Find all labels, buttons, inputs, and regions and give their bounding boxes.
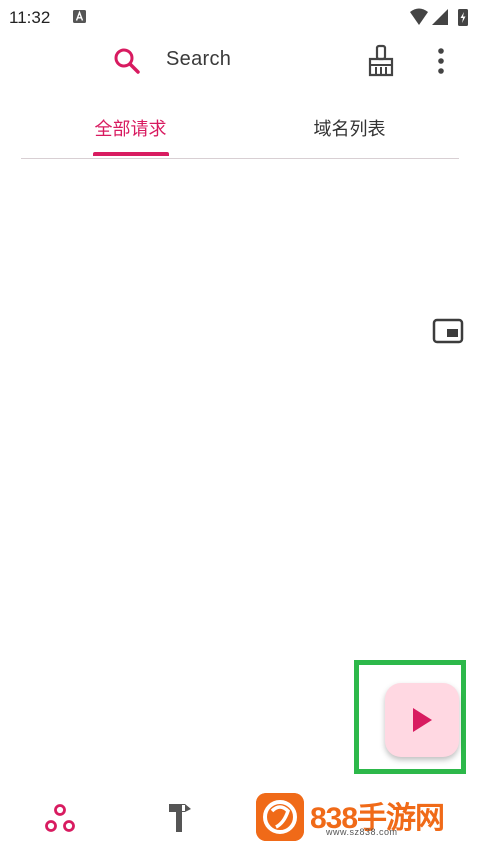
search-input[interactable]: Search [166, 48, 231, 71]
status-bar: 11:32 [0, 0, 480, 34]
notification-a-icon [73, 10, 86, 23]
tab-all-requests[interactable]: 全部请求 [21, 100, 240, 156]
tab-all-requests-label: 全部请求 [94, 119, 167, 139]
tab-indicator [93, 152, 169, 156]
tab-domain-list[interactable]: 域名列表 [240, 100, 459, 156]
system-status-icons [410, 8, 468, 26]
more-vert-icon[interactable] [429, 45, 453, 77]
hammer-icon[interactable] [165, 800, 195, 834]
watermark-logo [256, 793, 304, 841]
signal-icon [432, 9, 448, 25]
wifi-icon [410, 8, 428, 25]
circles-icon[interactable] [44, 802, 76, 834]
status-time: 11:32 [9, 8, 51, 27]
search-toolbar: Search [0, 34, 480, 90]
watermark: 838手游网 www.sz838.com [256, 793, 456, 841]
start-capture-button[interactable] [385, 683, 459, 757]
picture-in-picture-icon[interactable] [432, 318, 464, 344]
play-icon [413, 708, 432, 732]
watermark-url: www.sz838.com [326, 827, 398, 837]
broom-icon[interactable] [365, 44, 397, 78]
search-icon[interactable] [112, 46, 142, 76]
tab-domain-list-label: 域名列表 [313, 119, 386, 139]
tab-bar: 全部请求 域名列表 [21, 100, 459, 159]
